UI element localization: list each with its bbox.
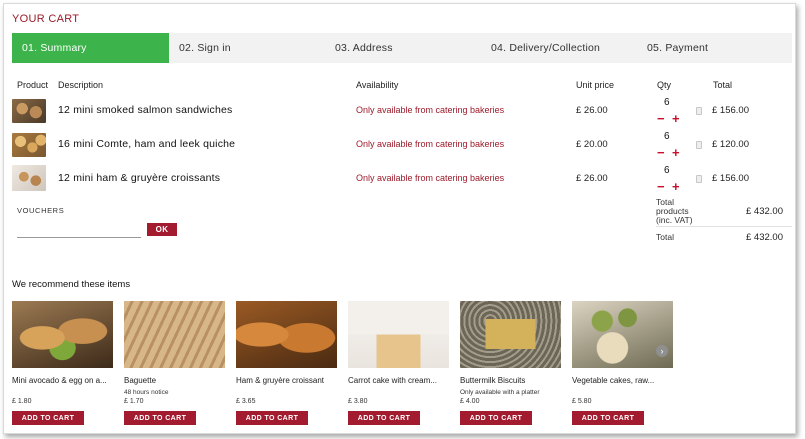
product-name[interactable]: Carrot cake with cream... [348,376,458,386]
column-header-qty: Qty [657,80,672,90]
column-header-description: Description [58,80,104,90]
trash-icon[interactable] [696,175,702,183]
recommendations-title: We recommend these items [12,279,131,290]
column-header-unit-price: Unit price [576,80,615,90]
product-price: £ 3.80 [348,398,368,405]
recommended-item: Baguette 48 hours notice £ 1.70 ADD TO C… [124,301,225,425]
recommended-item: Mini avocado & egg on a... £ 1.80 ADD TO… [12,301,113,425]
unit-price: £ 26.00 [576,105,608,116]
step-address[interactable]: 03. Address [325,33,481,63]
step-sign-in[interactable]: 02. Sign in [169,33,325,63]
product-image[interactable] [124,301,225,368]
voucher-code-input[interactable] [17,226,141,238]
decrease-quantity-button[interactable]: − [657,112,665,125]
product-price: £ 1.80 [12,398,32,405]
unit-price: £ 26.00 [576,173,608,184]
product-price: £ 5.80 [572,398,592,405]
total-products-label: Total products (inc. VAT) [656,197,693,225]
product-description[interactable]: 12 mini smoked salmon sandwiches [58,104,232,116]
summary-divider [656,226,792,227]
availability-text: Only available from catering bakeries [356,173,505,183]
vouchers-label: VOUCHERS [17,206,65,215]
product-name[interactable]: Buttermilk Biscuits [460,376,570,386]
recommended-item: Vegetable cakes, raw... £ 5.80 ADD TO CA… [572,301,673,425]
add-to-cart-button[interactable]: ADD TO CART [348,411,420,425]
decrease-quantity-button[interactable]: − [657,180,665,193]
product-image[interactable] [460,301,561,368]
chevron-right-icon[interactable]: › [656,345,668,357]
column-header-product: Product [17,80,49,90]
product-description[interactable]: 16 mini Comte, ham and leek quiche [58,138,235,150]
total-products-value: £ 432.00 [746,206,783,217]
product-name[interactable]: Mini avocado & egg on a... [12,376,122,386]
product-price: £ 3.65 [236,398,256,405]
product-name[interactable]: Ham & gruyère croissant [236,376,346,386]
quantity-value: 6 [664,131,670,142]
recommended-item: Buttermilk Biscuits Only available with … [460,301,561,425]
step-payment[interactable]: 05. Payment [637,33,792,63]
product-image[interactable] [236,301,337,368]
increase-quantity-button[interactable]: + [672,146,680,159]
product-name[interactable]: Vegetable cakes, raw... [572,376,682,386]
recommended-item: Carrot cake with cream... £ 3.80 ADD TO … [348,301,449,425]
grand-total-value: £ 432.00 [746,232,783,243]
step-delivery-collection[interactable]: 04. Delivery/Collection [481,33,637,63]
increase-quantity-button[interactable]: + [672,180,680,193]
quantity-value: 6 [664,165,670,176]
line-total: £ 120.00 [712,139,749,150]
availability-text: Only available from catering bakeries [356,105,505,115]
add-to-cart-button[interactable]: ADD TO CART [124,411,196,425]
product-image[interactable] [12,301,113,368]
product-name[interactable]: Baguette [124,376,234,386]
cart-row: 12 mini ham & gruyère croissants Only av… [0,165,805,195]
add-to-cart-button[interactable]: ADD TO CART [236,411,308,425]
quantity-value: 6 [664,97,670,108]
product-image[interactable] [12,165,46,191]
step-summary[interactable]: 01. Summary [12,33,169,63]
page-title: YOUR CART [12,13,80,25]
grand-total-label: Total [656,232,674,242]
trash-icon[interactable] [696,107,702,115]
product-image[interactable] [12,99,46,123]
cart-row: 16 mini Comte, ham and leek quiche Only … [0,131,805,161]
column-header-availability: Availability [356,80,399,90]
trash-icon[interactable] [696,141,702,149]
unit-price: £ 20.00 [576,139,608,150]
product-note: 48 hours notice [124,389,169,396]
recommended-item: Ham & gruyère croissant £ 3.65 ADD TO CA… [236,301,337,425]
availability-text: Only available from catering bakeries [356,139,505,149]
add-to-cart-button[interactable]: ADD TO CART [572,411,644,425]
apply-voucher-button[interactable]: OK [147,223,177,236]
product-price: £ 4.00 [460,398,480,405]
product-description[interactable]: 12 mini ham & gruyère croissants [58,172,220,184]
cart-row: 12 mini smoked salmon sandwiches Only av… [0,97,805,127]
checkout-steps: 01. Summary 02. Sign in 03. Address 04. … [12,33,792,63]
product-image[interactable] [12,133,46,157]
add-to-cart-button[interactable]: ADD TO CART [12,411,84,425]
product-price: £ 1.70 [124,398,144,405]
column-header-total: Total [713,80,733,90]
product-image[interactable] [572,301,673,368]
decrease-quantity-button[interactable]: − [657,146,665,159]
line-total: £ 156.00 [712,105,749,116]
product-image[interactable] [348,301,449,368]
line-total: £ 156.00 [712,173,749,184]
product-note: Only available with a platter [460,389,540,396]
add-to-cart-button[interactable]: ADD TO CART [460,411,532,425]
increase-quantity-button[interactable]: + [672,112,680,125]
